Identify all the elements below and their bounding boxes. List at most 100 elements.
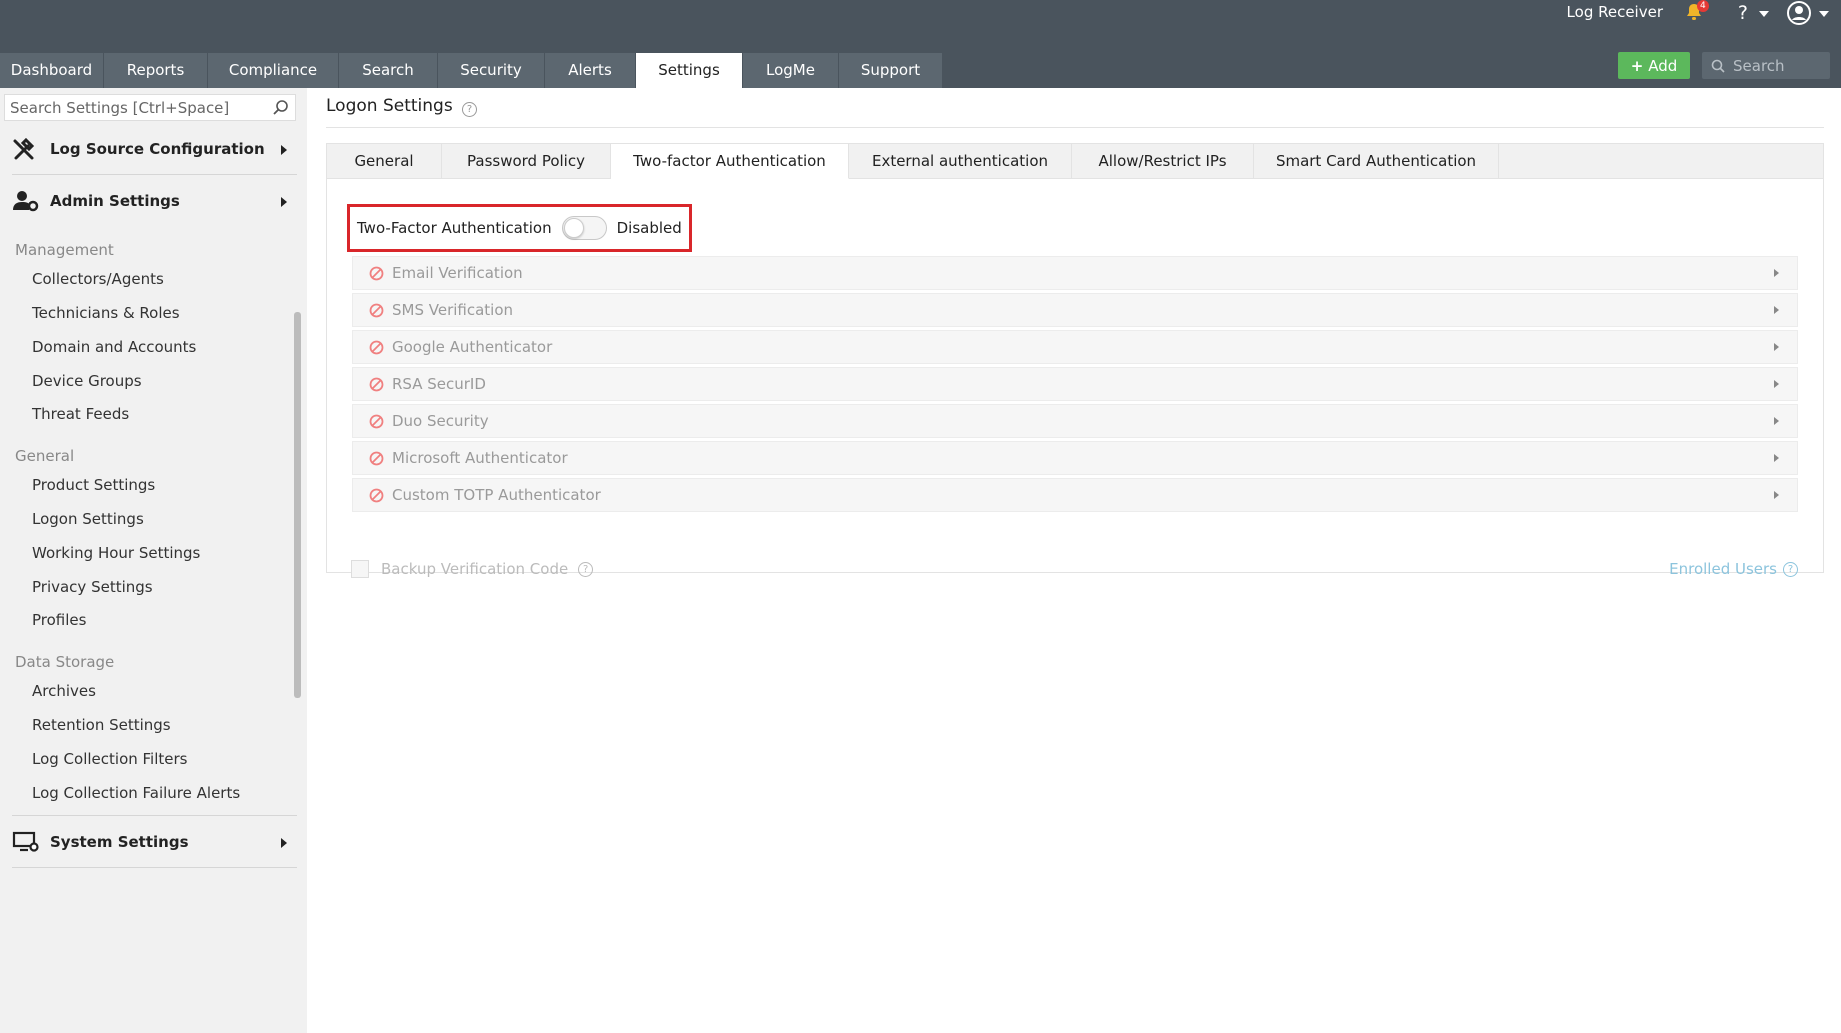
global-search-input[interactable]: Search bbox=[1702, 52, 1830, 79]
sidebar-section-system-settings[interactable]: System Settings bbox=[12, 817, 297, 867]
sidebar-item-device-groups[interactable]: Device Groups bbox=[32, 372, 142, 390]
tab-settings[interactable]: Settings bbox=[636, 53, 743, 88]
sidebar-item-profiles[interactable]: Profiles bbox=[32, 611, 86, 629]
main-nav: Dashboard Reports Compliance Search Secu… bbox=[0, 53, 943, 88]
sidebar-section-log-source-configuration[interactable]: Log Source Configuration bbox=[12, 124, 297, 174]
user-dropdown-icon[interactable] bbox=[1819, 11, 1829, 17]
method-label: Microsoft Authenticator bbox=[392, 449, 568, 467]
help-icon[interactable]: ? bbox=[1783, 561, 1798, 577]
sidebar-item-domain-accounts[interactable]: Domain and Accounts bbox=[32, 338, 196, 356]
sidebar-item-working-hour-settings[interactable]: Working Hour Settings bbox=[32, 544, 200, 562]
sidebar-section-label: System Settings bbox=[50, 833, 189, 851]
enrolled-users-link[interactable]: Enrolled Users ? bbox=[1669, 560, 1798, 578]
tab-two-factor-authentication[interactable]: Two-factor Authentication bbox=[611, 144, 849, 179]
sidebar-item-log-collection-failure-alerts[interactable]: Log Collection Failure Alerts bbox=[32, 784, 240, 802]
help-icon[interactable]: ? bbox=[1738, 2, 1748, 24]
expand-arrow-icon bbox=[1774, 491, 1779, 499]
method-label: Email Verification bbox=[392, 264, 523, 282]
two-factor-authentication-toggle-row: Two-Factor Authentication Disabled bbox=[347, 204, 692, 252]
help-icon[interactable]: ? bbox=[462, 102, 477, 117]
authentication-methods-list: Email Verification SMS Verification Goog… bbox=[352, 256, 1798, 515]
sidebar-item-logon-settings[interactable]: Logon Settings bbox=[32, 510, 144, 528]
tools-icon bbox=[13, 137, 35, 160]
disabled-icon bbox=[369, 414, 384, 428]
tab-alerts[interactable]: Alerts bbox=[545, 53, 636, 88]
expand-arrow-icon bbox=[281, 838, 287, 848]
notification-bell-icon[interactable]: 4 bbox=[1684, 0, 1709, 24]
method-label: SMS Verification bbox=[392, 301, 514, 319]
disabled-icon bbox=[369, 266, 384, 280]
group-label-general: General bbox=[15, 447, 75, 465]
search-icon[interactable] bbox=[272, 99, 289, 116]
method-email-verification[interactable]: Email Verification bbox=[352, 256, 1798, 290]
sidebar-scrollbar[interactable] bbox=[294, 312, 301, 698]
disabled-icon bbox=[369, 451, 384, 465]
help-dropdown-icon[interactable] bbox=[1759, 11, 1769, 17]
method-duo-security[interactable]: Duo Security bbox=[352, 404, 1798, 438]
expand-arrow-icon bbox=[1774, 454, 1779, 462]
disabled-icon bbox=[369, 377, 384, 391]
monitor-gear-icon bbox=[12, 831, 39, 852]
logon-settings-panel: General Password Policy Two-factor Authe… bbox=[326, 143, 1824, 573]
settings-tabs: General Password Policy Two-factor Authe… bbox=[327, 144, 1823, 179]
disabled-icon bbox=[369, 340, 384, 354]
tab-search[interactable]: Search bbox=[339, 53, 438, 88]
help-icon[interactable]: ? bbox=[578, 561, 594, 577]
settings-search-input[interactable]: Search Settings [Ctrl+Space] bbox=[4, 94, 296, 121]
user-avatar-icon[interactable] bbox=[1787, 1, 1811, 25]
backup-verification-checkbox[interactable] bbox=[351, 560, 369, 578]
tab-security[interactable]: Security bbox=[438, 53, 545, 88]
expand-arrow-icon bbox=[281, 197, 287, 207]
sidebar-item-product-settings[interactable]: Product Settings bbox=[32, 476, 155, 494]
method-rsa-securid[interactable]: RSA SecurID bbox=[352, 367, 1798, 401]
tab-password-policy[interactable]: Password Policy bbox=[442, 144, 611, 179]
sidebar-item-privacy-settings[interactable]: Privacy Settings bbox=[32, 578, 153, 596]
sidebar-item-archives[interactable]: Archives bbox=[32, 682, 96, 700]
method-custom-totp-authenticator[interactable]: Custom TOTP Authenticator bbox=[352, 478, 1798, 512]
tab-logme[interactable]: LogMe bbox=[743, 53, 839, 88]
sidebar-section-label: Admin Settings bbox=[50, 192, 180, 210]
method-label: Google Authenticator bbox=[392, 338, 553, 356]
expand-arrow-icon bbox=[1774, 306, 1779, 314]
app-title[interactable]: Log Receiver bbox=[1567, 3, 1663, 21]
sidebar-item-retention-settings[interactable]: Retention Settings bbox=[32, 716, 171, 734]
admin-user-icon bbox=[13, 191, 39, 212]
tab-general[interactable]: General bbox=[327, 144, 442, 179]
tfa-label: Two-Factor Authentication bbox=[357, 219, 552, 237]
tab-smart-card-authentication[interactable]: Smart Card Authentication bbox=[1254, 144, 1499, 179]
divider bbox=[12, 867, 297, 868]
tab-reports[interactable]: Reports bbox=[104, 53, 208, 88]
top-bar: Log Receiver 4 ? Dashboard Reports Compl… bbox=[0, 0, 1841, 88]
tfa-status: Disabled bbox=[616, 219, 682, 237]
plus-icon: + bbox=[1630, 56, 1644, 75]
expand-arrow-icon bbox=[1774, 380, 1779, 388]
tab-allow-restrict-ips[interactable]: Allow/Restrict IPs bbox=[1072, 144, 1254, 179]
backup-verification-label: Backup Verification Code bbox=[381, 560, 569, 578]
sidebar-item-technicians-roles[interactable]: Technicians & Roles bbox=[32, 304, 180, 322]
add-button-label: Add bbox=[1648, 56, 1678, 75]
expand-arrow-icon bbox=[1774, 417, 1779, 425]
method-sms-verification[interactable]: SMS Verification bbox=[352, 293, 1798, 327]
sidebar-section-label: Log Source Configuration bbox=[50, 140, 265, 158]
sidebar-item-threat-feeds[interactable]: Threat Feeds bbox=[32, 405, 129, 423]
global-search-placeholder: Search bbox=[1733, 56, 1785, 75]
tab-support[interactable]: Support bbox=[839, 53, 943, 88]
page-title: Logon Settings bbox=[326, 96, 453, 116]
sidebar-item-collectors-agents[interactable]: Collectors/Agents bbox=[32, 270, 164, 288]
method-google-authenticator[interactable]: Google Authenticator bbox=[352, 330, 1798, 364]
tab-compliance[interactable]: Compliance bbox=[208, 53, 339, 88]
enrolled-users-label: Enrolled Users bbox=[1669, 560, 1777, 578]
expand-arrow-icon bbox=[281, 145, 287, 155]
disabled-icon bbox=[369, 488, 384, 502]
add-button[interactable]: + Add bbox=[1618, 52, 1690, 79]
tfa-toggle-switch[interactable] bbox=[561, 216, 607, 240]
method-label: Duo Security bbox=[392, 412, 489, 430]
expand-arrow-icon bbox=[1774, 343, 1779, 351]
tab-dashboard[interactable]: Dashboard bbox=[0, 53, 104, 88]
sidebar-item-log-collection-filters[interactable]: Log Collection Filters bbox=[32, 750, 188, 768]
sidebar-section-admin-settings[interactable]: Admin Settings bbox=[12, 176, 297, 226]
divider bbox=[12, 174, 297, 175]
divider bbox=[12, 815, 297, 816]
method-microsoft-authenticator[interactable]: Microsoft Authenticator bbox=[352, 441, 1798, 475]
tab-external-authentication[interactable]: External authentication bbox=[849, 144, 1072, 179]
